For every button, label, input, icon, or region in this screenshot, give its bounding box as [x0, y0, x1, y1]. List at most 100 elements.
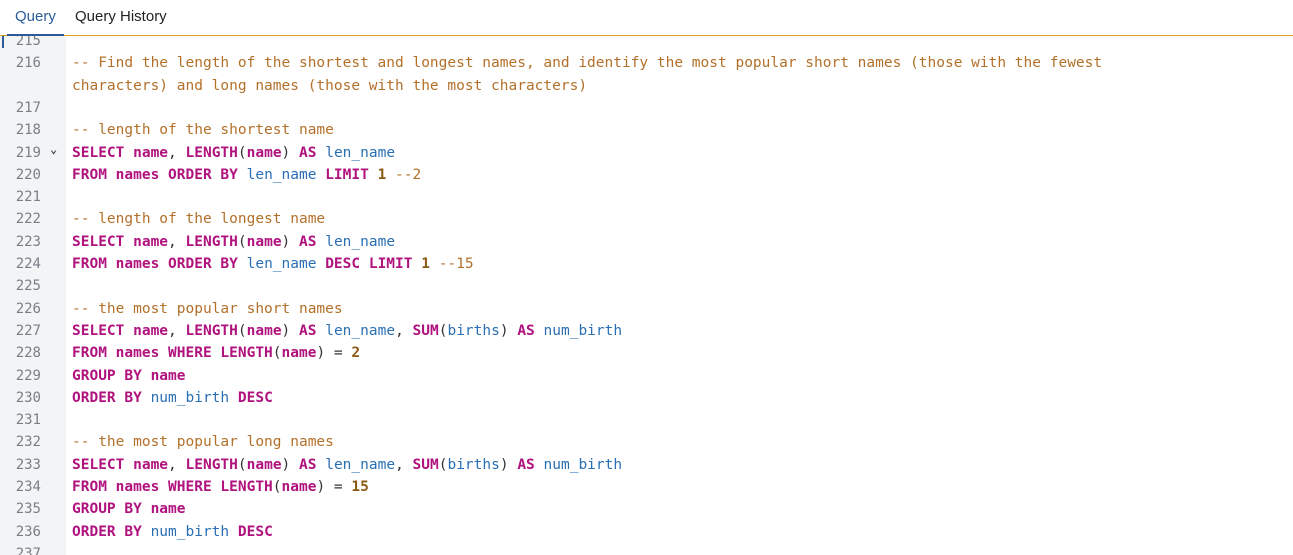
code-token: ) [499, 322, 518, 339]
code-line[interactable]: 224 FROM names ORDER BY len_name DESC LIM… [0, 253, 1293, 275]
code-token: AS [517, 456, 535, 473]
code-line[interactable]: 234 FROM names WHERE LENGTH(name) = 15 [0, 476, 1293, 498]
code-line[interactable]: characters) and long names (those with t… [0, 75, 1293, 97]
code-editor[interactable]: 215 216 -- Find the length of the shortest… [0, 36, 1293, 555]
code-line[interactable]: 217 [0, 97, 1293, 119]
line-number: 219 [15, 144, 41, 161]
code-token: name [246, 322, 282, 339]
line-number: 222 [15, 211, 41, 228]
code-token: SELECT name [72, 456, 169, 473]
code-token: ) [281, 322, 300, 339]
code-token: -- length of the longest name [72, 211, 326, 228]
line-number: 224 [15, 256, 41, 272]
code-text: SELECT name, LENGTH(name) AS len_name [72, 231, 395, 253]
tab-query-history[interactable]: Query History [75, 0, 167, 35]
code-token: FROM names WHERE LENGTH [72, 479, 273, 495]
line-number: 228 [15, 345, 41, 362]
code-token: -- the most popular long names [72, 434, 334, 451]
code-text: ORDER BY num_birth DESC [72, 521, 273, 543]
code-line[interactable]: 229 GROUP BY name [0, 365, 1293, 387]
code-line[interactable]: 230 ORDER BY num_birth DESC [0, 387, 1293, 409]
code-token: DESC [237, 523, 273, 540]
code-token: len_name [325, 144, 396, 161]
code-line[interactable]: 221 [0, 186, 1293, 208]
code-token: SELECT name [72, 233, 169, 250]
code-token: , [168, 456, 186, 473]
line-number: 215 [15, 36, 41, 49]
code-text: -- Find the length of the shortest and l… [72, 52, 1102, 74]
code-line[interactable]: 222 -- length of the longest name [0, 208, 1293, 230]
line-number: 226 [15, 300, 41, 317]
code-token: , [395, 456, 413, 473]
code-line[interactable]: 233 SELECT name, LENGTH(name) AS len_name… [0, 454, 1293, 476]
code-token: DESC [237, 389, 273, 406]
code-token: ) = [316, 479, 352, 495]
code-token: LIMIT [325, 166, 369, 183]
code-text: GROUP BY name [72, 365, 186, 387]
tab-query[interactable]: Query [7, 0, 64, 36]
code-line[interactable]: 237 [0, 543, 1293, 555]
code-token: len_name [246, 256, 317, 272]
code-text: SELECT name, LENGTH(name) AS len_name [72, 142, 395, 164]
code-line[interactable]: 219 ⌄ SELECT name, LENGTH(name) AS len_nam… [0, 142, 1293, 164]
code-token: 15 [351, 479, 369, 495]
code-token: AS [299, 233, 317, 250]
code-line[interactable]: 226 -- the most popular short names [0, 298, 1293, 320]
code-text: ORDER BY num_birth DESC [72, 387, 273, 409]
code-line[interactable]: 220 FROM names ORDER BY len_name LIMIT 1 … [0, 164, 1293, 186]
code-text: characters) and long names (those with t… [72, 75, 587, 97]
code-line[interactable]: 223 SELECT name, LENGTH(name) AS len_name [0, 231, 1293, 253]
code-token: num_birth [150, 523, 230, 540]
code-line[interactable]: 235 GROUP BY name [0, 498, 1293, 520]
line-number: 217 [15, 99, 41, 116]
code-token: characters) and long names (those with t… [72, 77, 588, 94]
code-token: name [246, 456, 282, 473]
code-token: FROM names ORDER BY [72, 166, 238, 183]
code-text: FROM names ORDER BY len_name LIMIT 1 --2 [72, 164, 421, 186]
code-token: , [168, 144, 186, 161]
code-text: -- length of the longest name [72, 208, 325, 230]
code-text: GROUP BY name [72, 498, 186, 520]
code-token: -- the most popular short names [72, 300, 343, 317]
code-token: AS [299, 322, 317, 339]
line-number: 230 [15, 389, 41, 406]
code-line[interactable]: 225 [0, 275, 1293, 297]
code-token: SELECT name [72, 144, 169, 161]
code-token: GROUP BY name [72, 367, 186, 384]
code-line[interactable]: 228 FROM names WHERE LENGTH(name) = 2 [0, 342, 1293, 364]
code-token: 1 [377, 166, 387, 183]
code-line[interactable]: 227 SELECT name, LENGTH(name) AS len_name… [0, 320, 1293, 342]
line-number: 236 [15, 523, 41, 540]
line-number: 227 [15, 322, 41, 339]
code-line[interactable]: 215 [0, 36, 1293, 52]
code-line[interactable]: 218 -- length of the shortest name [0, 119, 1293, 141]
code-token: LENGTH [185, 233, 238, 250]
code-token: -- Find the length of the shortest and l… [72, 55, 1103, 72]
line-number: 216 [15, 55, 41, 72]
line-number: 229 [15, 367, 41, 384]
code-line[interactable]: 216 -- Find the length of the shortest an… [0, 52, 1293, 74]
code-token: births [447, 322, 500, 339]
code-token: -- length of the shortest name [72, 122, 334, 139]
code-line[interactable]: 232 -- the most popular long names [0, 431, 1293, 453]
code-token: , [168, 322, 186, 339]
code-text: FROM names ORDER BY len_name DESC LIMIT … [72, 253, 474, 275]
code-text: SELECT name, LENGTH(name) AS len_name, S… [72, 320, 622, 342]
code-line[interactable]: 236 ORDER BY num_birth DESC [0, 521, 1293, 543]
line-number: 225 [15, 278, 41, 295]
code-text: -- the most popular long names [72, 431, 334, 453]
chevron-down-icon[interactable]: ⌄ [50, 138, 57, 160]
code-text: FROM names WHERE LENGTH(name) = 15 [72, 476, 369, 498]
code-line[interactable]: 231 [0, 409, 1293, 431]
code-token: num_birth [543, 456, 623, 473]
